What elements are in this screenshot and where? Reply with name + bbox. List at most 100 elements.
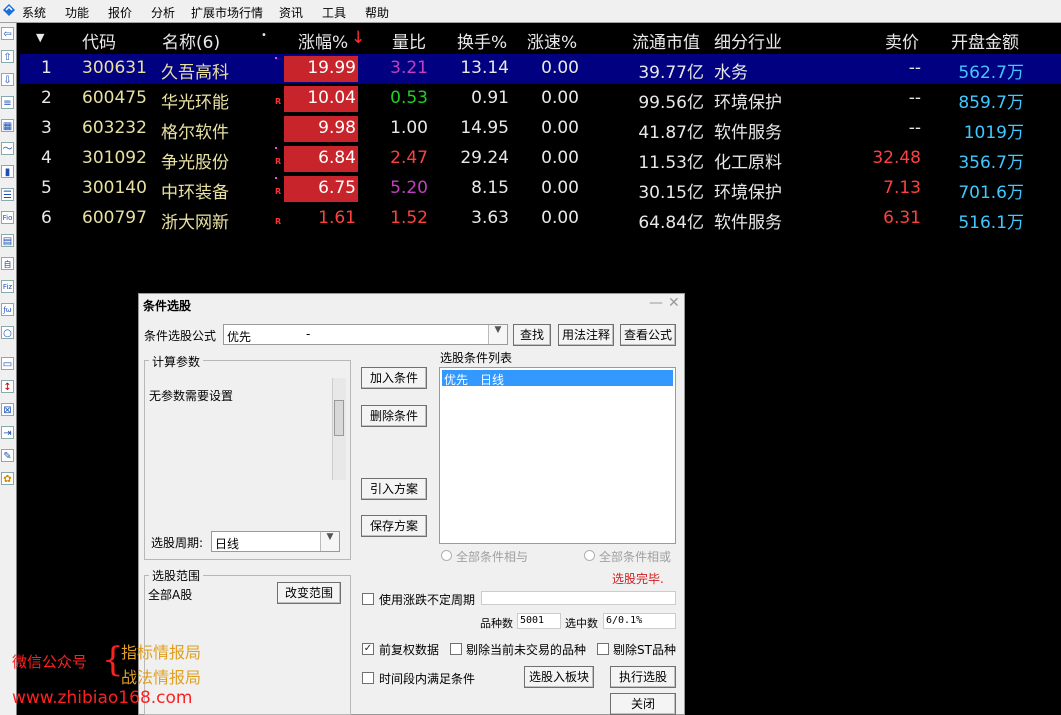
execute-button[interactable]: 执行选股 [610, 666, 676, 688]
range-value: 全部A股 [148, 588, 193, 602]
condition-list[interactable]: 优先 日线 [439, 367, 676, 544]
menu-extended-market[interactable]: 扩展市场行情 [191, 4, 263, 21]
view-formula-button[interactable]: 查看公式 [620, 324, 676, 346]
quote-icon[interactable]: ≡ [1, 96, 14, 109]
period-select[interactable]: 日线 ▼ [211, 531, 340, 552]
minimize-icon[interactable]: — [649, 295, 663, 311]
up-arrow-icon[interactable]: ⇧ [1, 50, 14, 63]
usage-button[interactable]: 用法注释 [558, 324, 614, 346]
save-plan-button[interactable]: 保存方案 [361, 515, 427, 537]
formula-select[interactable]: 优先 - ▼ [223, 324, 508, 345]
margin-flag: R [275, 157, 282, 166]
stock-name: 久吾高科 [161, 63, 229, 83]
down-arrow-icon[interactable]: ⇩ [1, 73, 14, 86]
table-row[interactable]: 6.84 R 4 301092 争光股份 2.47 29.24 0.00 11.53亿 化工原料 3… [20, 144, 1061, 174]
menu-function[interactable]: 功能 [65, 4, 89, 21]
bar-chart-icon[interactable]: ▮ [1, 165, 14, 178]
condition-period: 日线 [480, 373, 505, 387]
marker-dot-icon [275, 57, 277, 59]
fw-icon[interactable]: ƒω [1, 303, 14, 316]
header-open-amount[interactable]: 开盘金额 [951, 28, 1019, 53]
table-row[interactable]: 9.98 3 603232 格尔软件 1.00 14.95 0.00 41.87亿 软件服务 --… [20, 114, 1061, 144]
fio-icon[interactable]: Fio [1, 211, 14, 224]
scrollbar-thumb[interactable] [334, 400, 344, 436]
exclude-st-checkbox[interactable] [597, 643, 609, 655]
menu-system[interactable]: 系统 [22, 4, 46, 21]
table-row[interactable]: 19.99 1 300631 久吾高科 3.21 13.14 0.00 39.77亿 水务 -- 5… [20, 54, 1061, 84]
add-condition-button[interactable]: 加入条件 [361, 367, 427, 389]
header-ask[interactable]: 卖价 [885, 28, 919, 53]
circle-icon[interactable]: ○ [1, 326, 14, 339]
change-cell: 6.84 [284, 146, 358, 172]
open-amount: 701.6万 [958, 183, 1024, 203]
change-pct: 10.04 [307, 88, 356, 108]
formula-value: 优先 [227, 330, 252, 344]
header-marker: • [261, 30, 267, 41]
table-icon[interactable]: ▦ [1, 119, 14, 132]
find-button[interactable]: 查找 [513, 324, 551, 346]
close-icon[interactable]: ✕ [668, 295, 680, 311]
header-name[interactable]: 名称(6) [162, 28, 220, 53]
edit-icon[interactable]: ✎ [1, 449, 14, 462]
exclude-untraded-checkbox[interactable] [450, 643, 462, 655]
selected-value: 6/0.1% [606, 615, 643, 626]
chevron-down-icon[interactable]: ▼ [488, 325, 507, 344]
sort-toggle-icon[interactable]: ▼ [36, 31, 44, 44]
change-pct: 1.61 [318, 208, 356, 228]
menu-analysis[interactable]: 分析 [151, 4, 175, 21]
to-block-button[interactable]: 选股入板块 [524, 666, 594, 688]
left-arrow-icon[interactable]: ⇦ [1, 27, 14, 40]
menu-tools[interactable]: 工具 [322, 4, 346, 21]
table-row[interactable]: 6.75 R 5 300140 中环装备 5.20 8.15 0.00 30.15亿 环境保护 7.… [20, 174, 1061, 204]
stock-name: 浙大网新 [161, 213, 229, 233]
all-and-radio[interactable] [441, 550, 452, 561]
header-change[interactable]: 涨幅% [298, 28, 348, 53]
turnover: 29.24 [460, 148, 509, 168]
app-logo-icon[interactable] [2, 3, 16, 17]
change-range-button[interactable]: 改变范围 [277, 582, 341, 604]
header-speed[interactable]: 涨速% [527, 28, 577, 53]
params-scrollbar[interactable] [332, 378, 346, 480]
delete-condition-button[interactable]: 删除条件 [361, 405, 427, 427]
gear-icon[interactable]: ✿ [1, 472, 14, 485]
count-label: 品种数 [480, 617, 513, 630]
stock-code: 603232 [82, 118, 147, 138]
menu-news[interactable]: 资讯 [279, 4, 303, 21]
menu-quote[interactable]: 报价 [108, 4, 132, 21]
time-period-checkbox[interactable] [362, 672, 374, 684]
header-code[interactable]: 代码 [82, 28, 116, 53]
open-amount: 516.1万 [958, 213, 1024, 233]
folder-icon[interactable]: ▭ [1, 357, 14, 370]
list-icon[interactable]: ☰ [1, 188, 14, 201]
indefinite-period-checkbox[interactable] [362, 593, 374, 605]
period-value: 日线 [215, 537, 240, 551]
close-button[interactable]: 关闭 [610, 693, 676, 715]
updown-icon[interactable]: ↕ [1, 380, 14, 393]
change-pct: 6.75 [318, 178, 356, 198]
header-turnover[interactable]: 换手% [457, 28, 507, 53]
stock-name: 格尔软件 [161, 123, 229, 143]
header-industry[interactable]: 细分行业 [714, 28, 782, 53]
line-chart-icon[interactable]: 〜 [1, 142, 14, 155]
watermark-line2: 战法情报局 [121, 668, 202, 687]
market-cap: 39.77亿 [638, 63, 704, 83]
grid-icon[interactable]: ⊠ [1, 403, 14, 416]
export-icon[interactable]: ⇥ [1, 426, 14, 439]
chevron-down-icon[interactable]: ▼ [320, 532, 339, 551]
watermark-line1: 指标情报局 [121, 643, 202, 662]
condition-list-item[interactable]: 优先 日线 [442, 370, 673, 387]
table-row[interactable]: 1.61 R 6 600797 浙大网新 1.52 3.63 0.00 64.84亿 软件服务 6.… [20, 204, 1061, 234]
header-volume-ratio[interactable]: 量比 [392, 28, 426, 53]
change-pct: 9.98 [318, 118, 356, 138]
import-plan-button[interactable]: 引入方案 [361, 478, 427, 500]
all-or-radio[interactable] [584, 550, 595, 561]
f10-icon[interactable]: 自 [1, 257, 14, 270]
prior-adjust-checkbox[interactable]: ✓ [362, 643, 374, 655]
turnover: 13.14 [460, 58, 509, 78]
header-market-cap[interactable]: 流通市值 [632, 28, 700, 53]
menu-help[interactable]: 帮助 [365, 4, 389, 21]
stock-code: 300140 [82, 178, 147, 198]
table-row[interactable]: 10.04 R 2 600475 华光环能 0.53 0.91 0.00 99.56亿 环境保护 -… [20, 84, 1061, 114]
fiz-icon[interactable]: Fiz [1, 280, 14, 293]
info-icon[interactable]: ▤ [1, 234, 14, 247]
